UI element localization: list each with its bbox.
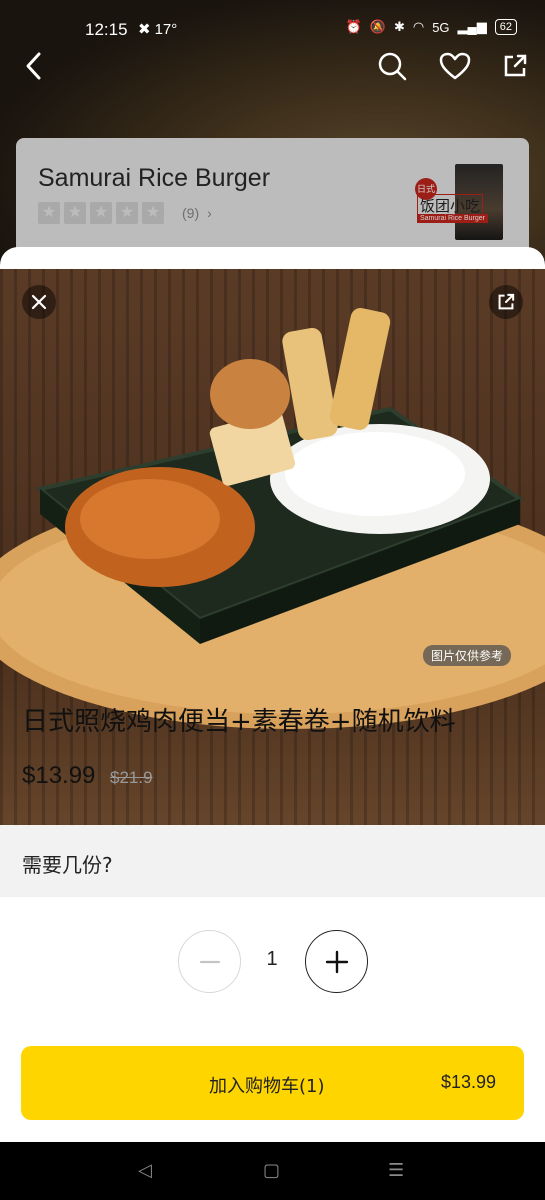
- nav-back-icon[interactable]: ◁: [138, 1160, 152, 1181]
- quantity-value: 1: [266, 948, 278, 970]
- share-icon: [498, 293, 515, 310]
- signal-icon: ▂▄▆: [457, 19, 487, 34]
- dish-original-price: $21.9: [110, 768, 153, 787]
- favorite-heart-icon[interactable]: [437, 48, 473, 84]
- status-time: 12:15: [85, 20, 128, 39]
- plus-icon: [325, 950, 348, 973]
- quantity-question: 需要几份?: [22, 853, 113, 877]
- minus-icon: [199, 960, 220, 963]
- bluetooth-icon: ✱: [393, 19, 405, 34]
- dish-price: $13.99: [22, 762, 96, 789]
- alarm-icon: ⏰: [345, 19, 362, 34]
- share-icon[interactable]: [497, 48, 533, 84]
- status-temperature: 17°: [154, 20, 178, 38]
- add-to-cart-total: $13.99: [440, 1072, 496, 1092]
- close-sheet-button[interactable]: [22, 285, 56, 319]
- add-to-cart-button[interactable]: 加入购物车(1) $13.99: [21, 1046, 524, 1120]
- nav-recents-icon[interactable]: ☰: [388, 1160, 404, 1181]
- increase-quantity-button[interactable]: [305, 930, 368, 993]
- search-icon[interactable]: [374, 48, 410, 84]
- add-to-cart-label: 加入购物车(1): [209, 1076, 325, 1097]
- decrease-quantity-button[interactable]: [178, 930, 241, 993]
- status-icons: ⏰ 🔕 ✱ ◠ 5G ▂▄▆ 62: [346, 19, 517, 35]
- wifi-icon: ◠: [412, 19, 425, 34]
- battery-icon: 62: [494, 19, 517, 35]
- close-icon: [31, 294, 47, 310]
- store-top-nav: [0, 48, 545, 88]
- network-label: 5G: [432, 19, 450, 35]
- item-detail-sheet: 图片仅供参考 日式照烧鸡肉便当+素春卷+随机饮料 $13.99 $21.9 需要…: [0, 247, 545, 1142]
- back-icon[interactable]: [16, 48, 52, 84]
- system-nav-bar: ◁ ▢ ☰: [0, 1142, 545, 1200]
- quantity-stepper: 1: [0, 930, 545, 994]
- photo-disclaimer: 图片仅供参考: [422, 645, 511, 666]
- nav-home-icon[interactable]: ▢: [263, 1160, 280, 1181]
- weather-icon: ✖: [138, 21, 151, 38]
- share-item-button[interactable]: [489, 285, 523, 319]
- mute-icon: 🔕: [369, 19, 386, 34]
- status-weather: ✖ 17°: [138, 20, 178, 39]
- quantity-section: 需要几份?: [0, 825, 545, 897]
- dish-title: 日式照烧鸡肉便当+素春卷+随机饮料: [22, 707, 456, 737]
